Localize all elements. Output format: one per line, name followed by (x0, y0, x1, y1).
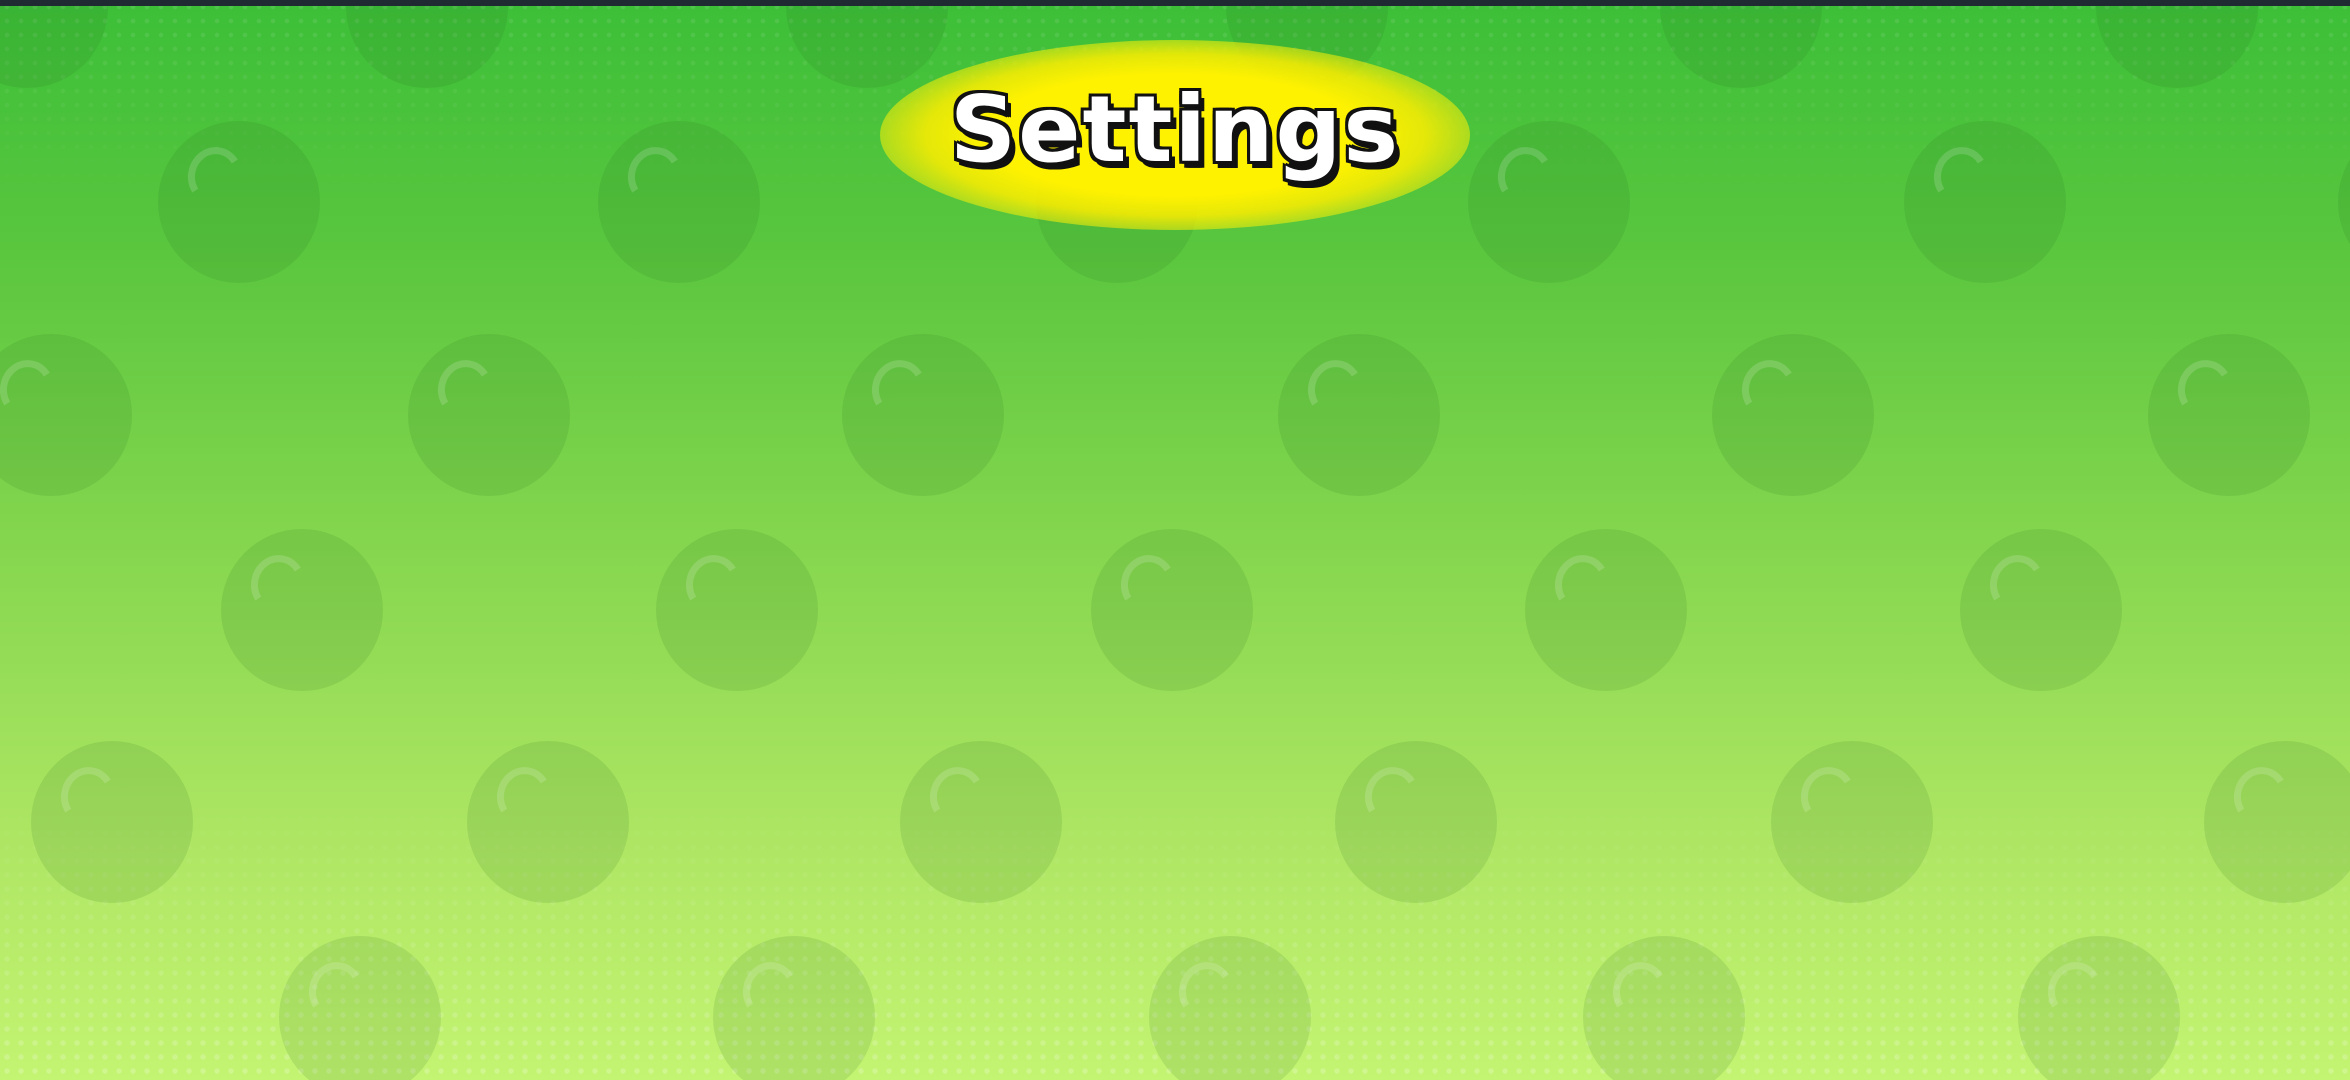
decorative-bubble (1712, 334, 1874, 496)
decorative-bubble (1771, 741, 1933, 903)
decorative-bubble (408, 334, 570, 496)
page-title: Settings (949, 76, 1401, 183)
decorative-bubble (1091, 529, 1253, 691)
decorative-bubble (1335, 741, 1497, 903)
decorative-bubble (221, 529, 383, 691)
top-bar (0, 0, 2350, 6)
decorative-bubble (842, 334, 1004, 496)
decorative-bubble (1960, 529, 2122, 691)
decorative-bubble (1468, 121, 1630, 283)
decorative-bubble (31, 741, 193, 903)
decorative-bubble (1278, 334, 1440, 496)
decorative-bubble (598, 121, 760, 283)
decorative-bubble (2148, 334, 2310, 496)
decorative-bubble (467, 741, 629, 903)
decorative-bubble (1904, 121, 2066, 283)
decorative-bubble (158, 121, 320, 283)
decorative-bubble (1525, 529, 1687, 691)
decorative-bubble (656, 529, 818, 691)
decorative-bubble (900, 741, 1062, 903)
